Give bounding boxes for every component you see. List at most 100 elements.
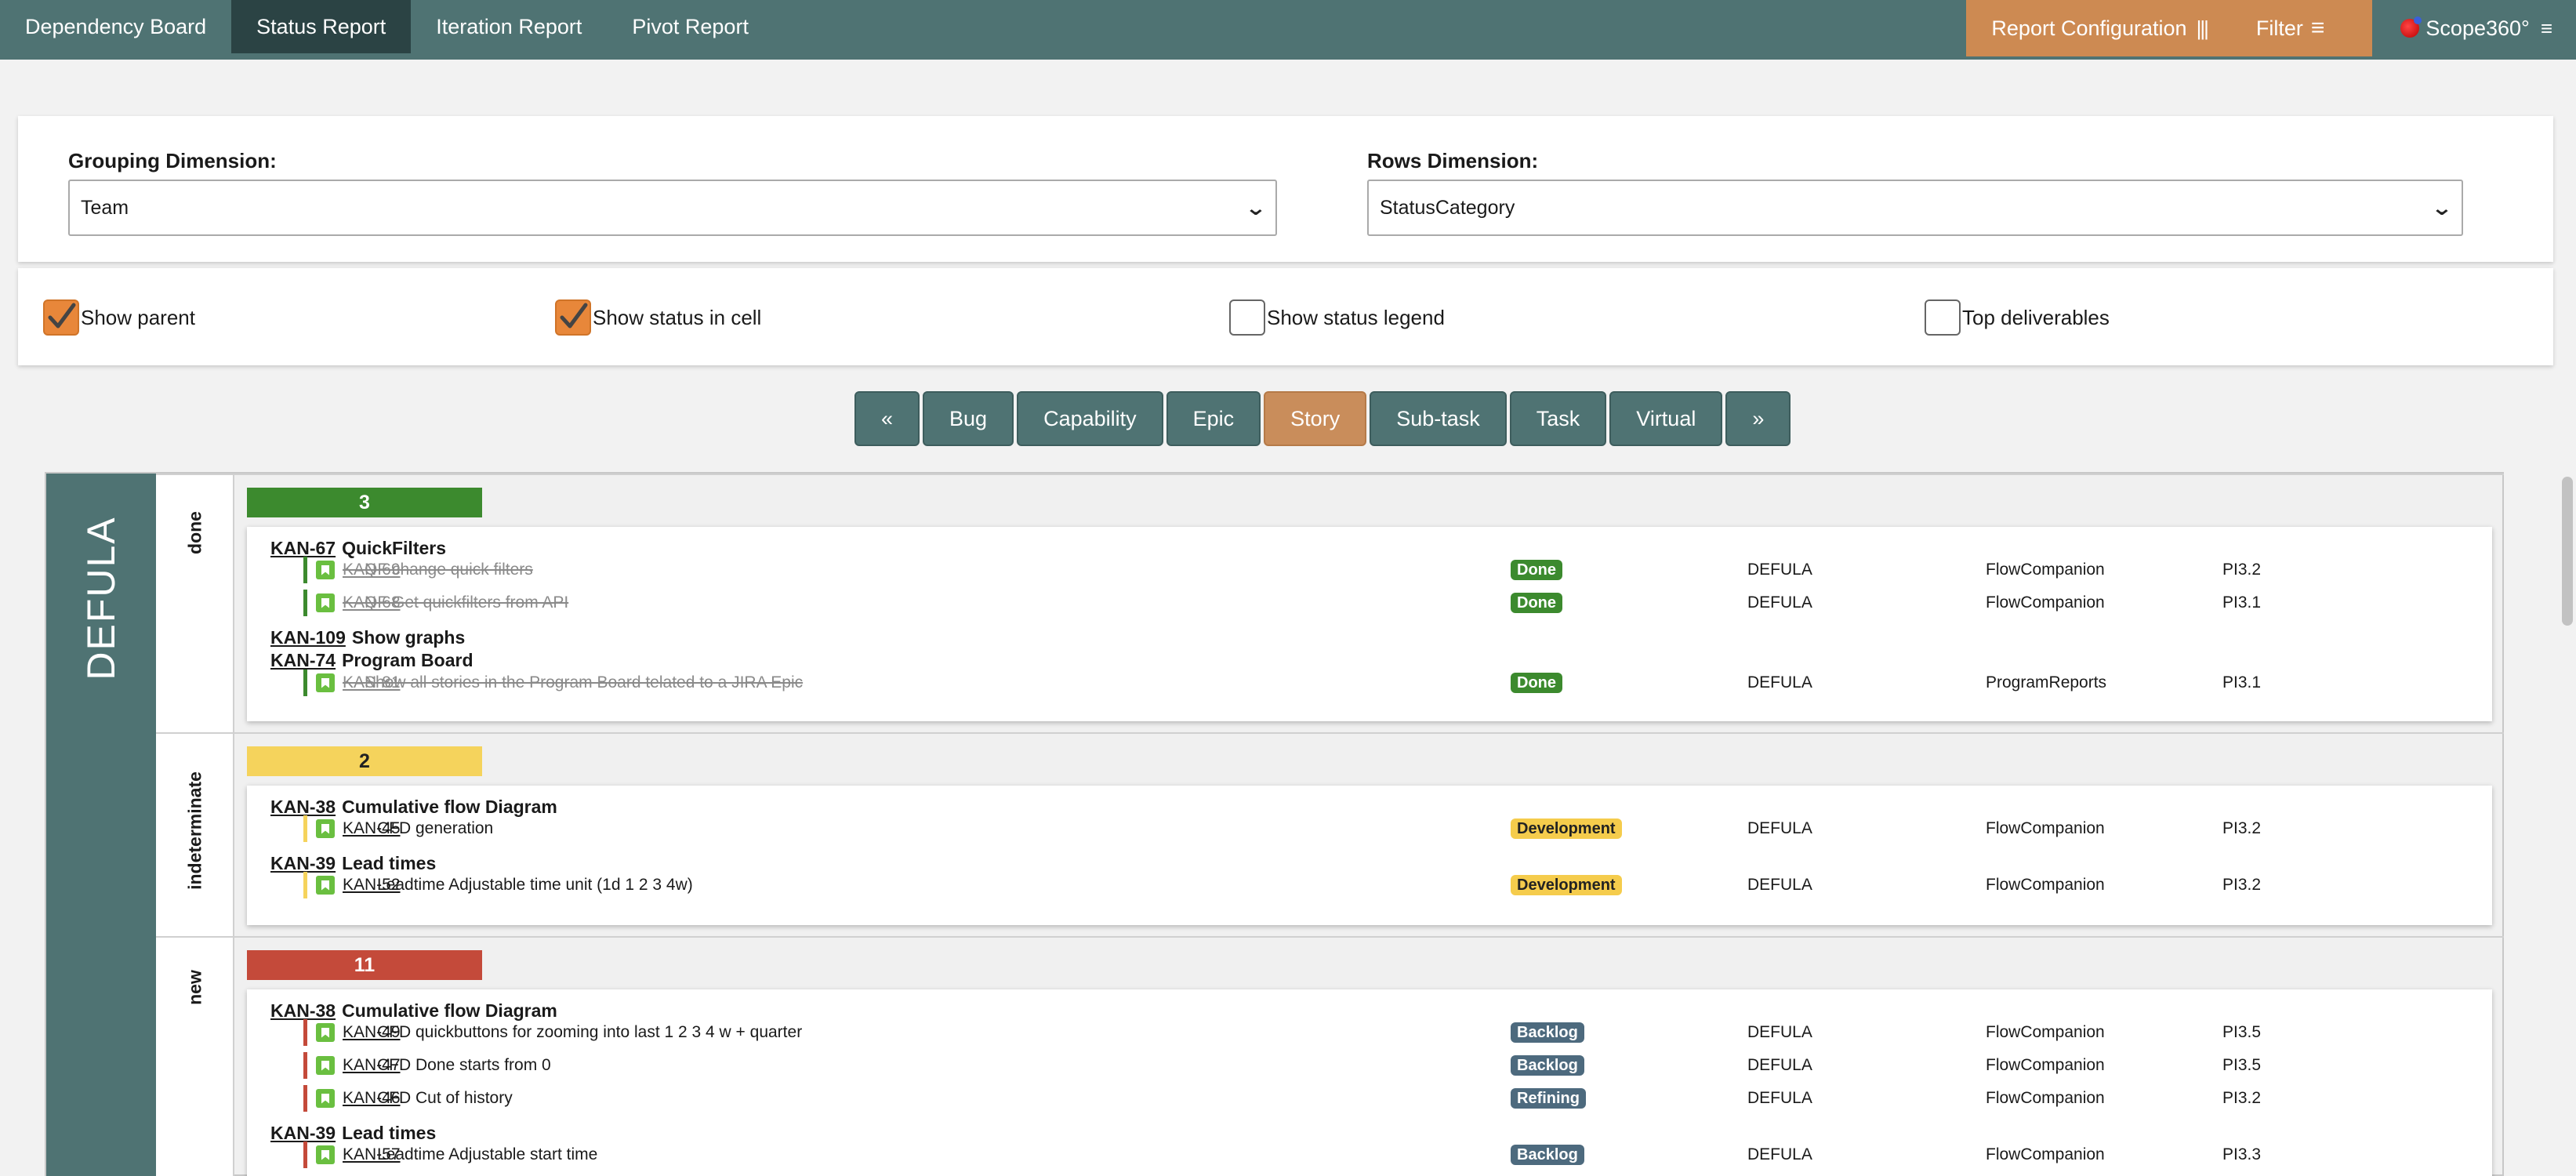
type-task-button[interactable]: Task [1509, 391, 1607, 446]
parent-issue[interactable]: KAN-39 Lead times [270, 1123, 436, 1144]
scope360-menu[interactable]: Scope360° ≡ [2372, 0, 2576, 56]
options-panel: Show parent Show status in cell Show sta… [18, 268, 2553, 365]
section-label: new [184, 970, 205, 1005]
tab-iteration-report[interactable]: Iteration Report [411, 0, 607, 53]
rows-dimension-select[interactable]: StatusCategory ⌄ [1367, 180, 2463, 236]
child-pi: PI3.2 [2222, 561, 2262, 579]
show-status-legend-checkbox[interactable] [1229, 299, 1265, 336]
show-status-legend-option[interactable]: Show status legend [1229, 299, 1445, 336]
child-pi: PI3.5 [2222, 1023, 2262, 1041]
scope360-logo-icon [2400, 16, 2422, 38]
dimensions-panel: Grouping Dimension: Team ⌄ Rows Dimensio… [18, 116, 2553, 262]
type-story-button[interactable]: Story [1264, 391, 1367, 446]
section-indeterminate: indeterminate 2 KAN-38 Cumulative flow Di… [156, 732, 2504, 936]
child-issue-row: KAN-45 CFD generation Development DEFULA… [303, 815, 2484, 842]
parent-key[interactable]: KAN-38 [270, 797, 336, 817]
grouping-dimension-select[interactable]: Team ⌄ [68, 180, 1277, 236]
parent-title: Program Board [342, 650, 473, 670]
issue-card: KAN-67 QuickFilters KAN-69 QF change quic… [247, 527, 2492, 721]
top-deliverables-option[interactable]: Top deliverables [1925, 299, 2110, 336]
tab-pivot-report[interactable]: Pivot Report [607, 0, 774, 53]
top-deliverables-checkbox[interactable] [1925, 299, 1961, 336]
child-project: FlowCompanion [1986, 1145, 2105, 1163]
parent-title: Lead times [342, 1123, 437, 1143]
parent-issue[interactable]: KAN-67 QuickFilters [270, 538, 446, 559]
status-badge: Refining [1511, 1088, 1586, 1109]
story-icon [316, 593, 335, 612]
parent-key[interactable]: KAN-38 [270, 1000, 336, 1021]
child-project: ProgramReports [1986, 673, 2107, 691]
tab-status-report[interactable]: Status Report [231, 0, 412, 53]
team-column: DEFULA [46, 474, 156, 1176]
parent-issue[interactable]: KAN-38 Cumulative flow Diagram [270, 797, 557, 818]
issue-card: KAN-38 Cumulative flow Diagram KAN-45 CFD… [247, 786, 2492, 925]
tab-dependency-board[interactable]: Dependency Board [0, 0, 231, 53]
type-bug-button[interactable]: Bug [923, 391, 1014, 446]
story-icon [316, 1056, 335, 1075]
child-issue-row: KAN-49 CFD quickbuttons for zooming into… [303, 1019, 2484, 1046]
parent-title: Cumulative flow Diagram [342, 1000, 557, 1021]
parent-key[interactable]: KAN-39 [270, 853, 336, 873]
child-project: FlowCompanion [1986, 876, 2105, 894]
hamburger-icon[interactable]: ≡ [2311, 15, 2324, 42]
type-virtual-button[interactable]: Virtual [1609, 391, 1723, 446]
parent-key[interactable]: KAN-109 [270, 627, 346, 648]
child-team: DEFULA [1747, 1089, 1812, 1107]
next-type-button[interactable]: » [1725, 391, 1791, 446]
child-project: FlowCompanion [1986, 819, 2105, 837]
type-capability-button[interactable]: Capability [1017, 391, 1163, 446]
parent-issue[interactable]: KAN-38 Cumulative flow Diagram [270, 1000, 557, 1022]
parent-issue[interactable]: KAN-39 Lead times [270, 853, 436, 874]
issue-type-filter: « Bug Capability Epic Story Sub-task Tas… [854, 391, 1791, 446]
report-configuration-button[interactable]: Report Configuration ||| Filter ≡ [1966, 0, 2373, 56]
child-summary: CFD Done starts from 0 [377, 1056, 551, 1074]
show-status-in-cell-checkbox[interactable] [555, 299, 591, 336]
rows-dimension-label: Rows Dimension: [1367, 149, 1539, 172]
prev-type-button[interactable]: « [854, 391, 920, 446]
parent-key[interactable]: KAN-39 [270, 1123, 336, 1143]
child-issue-row: KAN-69 QF change quick filters Done DEFU… [303, 557, 2484, 583]
team-name: DEFULA [79, 516, 123, 681]
columns-icon: ||| [2196, 16, 2209, 40]
nav-right-group: Report Configuration ||| Filter ≡ Scope3… [1966, 0, 2576, 56]
show-parent-label: Show parent [81, 305, 195, 329]
section-count: 2 [247, 746, 482, 776]
child-pi: PI3.2 [2222, 1089, 2262, 1107]
grouping-dimension: Grouping Dimension: Team ⌄ [68, 149, 1277, 236]
show-parent-checkbox[interactable] [43, 299, 79, 336]
status-badge: Backlog [1511, 1145, 1584, 1165]
issue-card: KAN-38 Cumulative flow Diagram KAN-49 CFD… [247, 989, 2492, 1176]
parent-issue[interactable]: KAN-109 Show graphs [270, 627, 465, 648]
scope360-label: Scope360° [2425, 16, 2530, 40]
child-team: DEFULA [1747, 819, 1812, 837]
story-icon [316, 876, 335, 895]
child-summary: QF Get quickfilters from API [365, 593, 569, 612]
status-badge: Backlog [1511, 1055, 1584, 1076]
scrollbar-thumb[interactable] [2562, 477, 2573, 626]
child-team: DEFULA [1747, 673, 1812, 691]
chevron-down-icon: ⌄ [2430, 195, 2454, 220]
child-team: DEFULA [1747, 561, 1812, 579]
show-parent-option[interactable]: Show parent [43, 299, 195, 336]
parent-key[interactable]: KAN-67 [270, 538, 336, 558]
type-subtask-button[interactable]: Sub-task [1370, 391, 1507, 446]
parent-key[interactable]: KAN-74 [270, 650, 336, 670]
menu-icon[interactable]: ≡ [2541, 16, 2552, 41]
show-status-in-cell-option[interactable]: Show status in cell [555, 299, 761, 336]
child-pi: PI3.3 [2222, 1145, 2262, 1163]
parent-issue[interactable]: KAN-74 Program Board [270, 650, 473, 671]
story-icon [316, 1023, 335, 1042]
child-project: FlowCompanion [1986, 561, 2105, 579]
child-summary: Show all stories in the Program Board te… [365, 673, 804, 691]
child-pi: PI3.5 [2222, 1056, 2262, 1074]
child-pi: PI3.2 [2222, 876, 2262, 894]
parent-title: Lead times [342, 853, 437, 873]
type-epic-button[interactable]: Epic [1166, 391, 1261, 446]
section-label: indeterminate [184, 771, 205, 890]
filter-label[interactable]: Filter [2256, 16, 2303, 41]
status-badge: Done [1511, 593, 1562, 613]
child-issue-row: KAN-47 CFD Done starts from 0 Backlog DE… [303, 1052, 2484, 1079]
child-issue-row: KAN-52 Leadtime Adjustable time unit (1d… [303, 872, 2484, 898]
child-summary: Leadtime Adjustable time unit (1d 1 2 3 … [377, 876, 693, 894]
grouping-dimension-value: Team [81, 196, 129, 219]
